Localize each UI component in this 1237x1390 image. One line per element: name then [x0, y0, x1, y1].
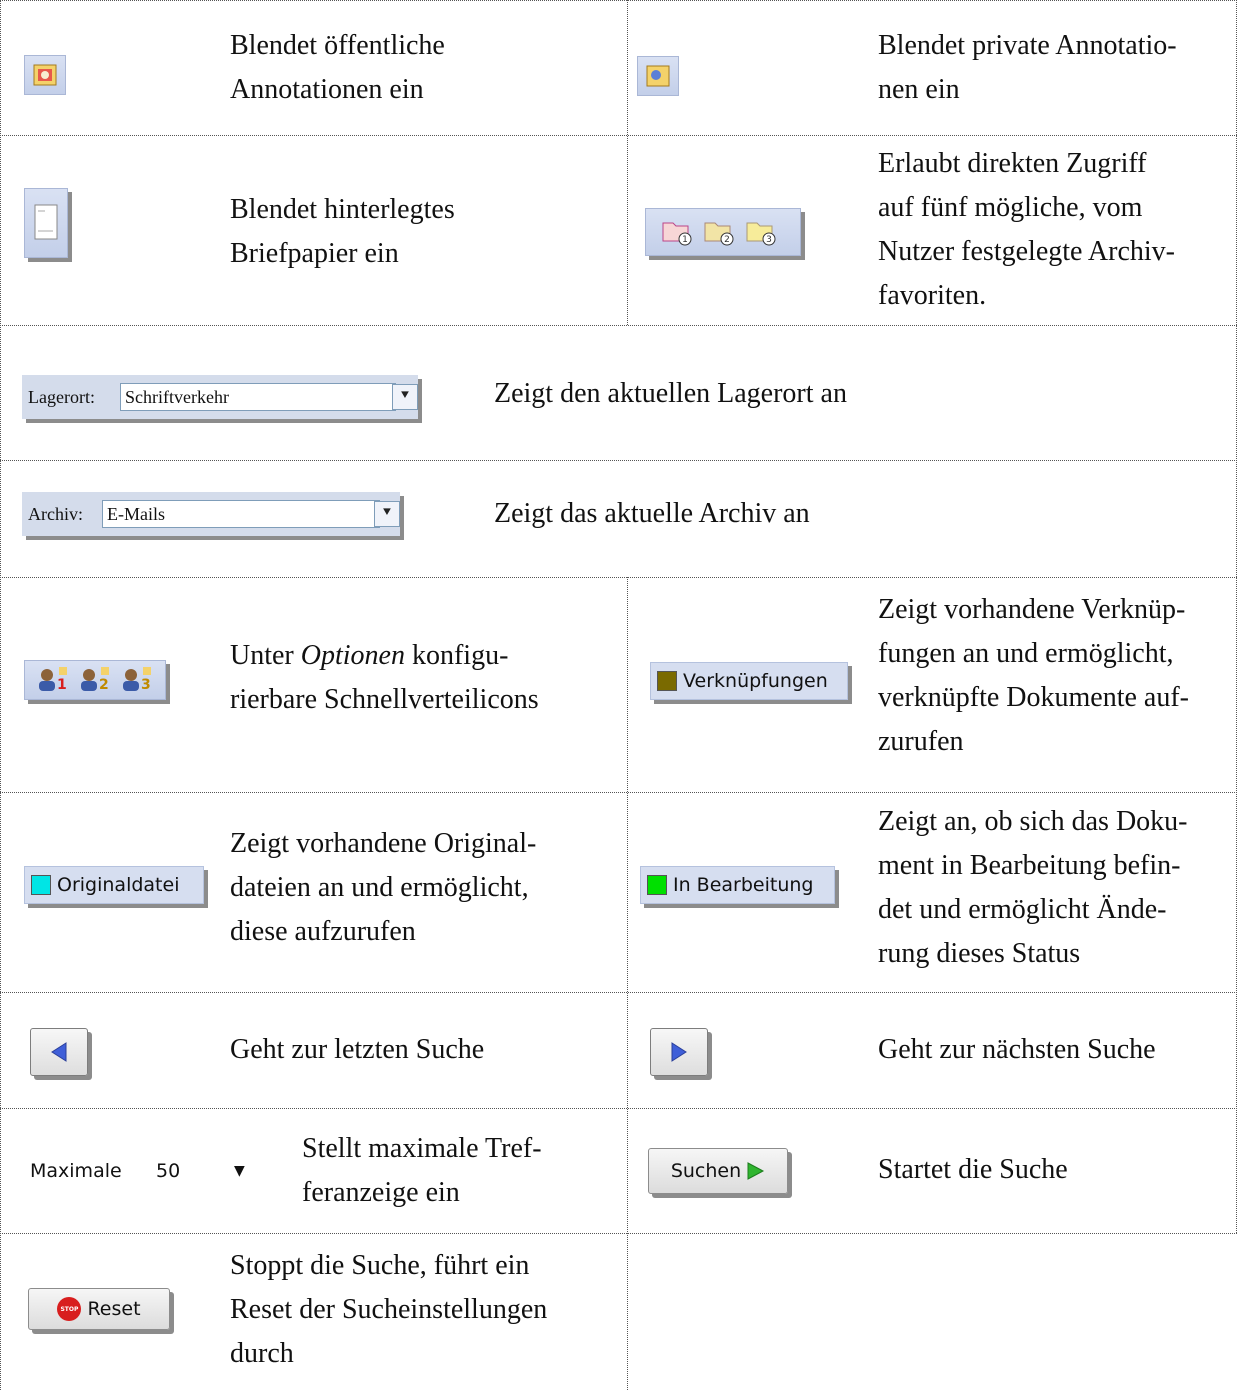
row1-right-description: Blendet private Annotatio- nen ein [878, 30, 1177, 105]
in-progress-status-swatch [647, 875, 667, 895]
letterhead-icon[interactable] [24, 188, 68, 258]
favorite-2-icon[interactable]: 2 [702, 217, 736, 247]
svg-text:3: 3 [766, 235, 772, 245]
in-progress-button-label: In Bearbeitung [673, 874, 814, 896]
max-results-control: Maximale 50 ▼ [18, 1150, 276, 1192]
column-divider [627, 577, 628, 1390]
row9-left-description: Stoppt die Suche, führt ein Reset der Su… [230, 1250, 548, 1369]
row-divider [0, 792, 1237, 793]
storage-location-select[interactable]: Schriftverkehr [120, 383, 396, 411]
links-button[interactable]: Verknüpfungen [650, 662, 848, 700]
chevron-down-icon[interactable]: ⯆ [374, 501, 400, 527]
storage-location-combo: Lagerort: Schriftverkehr ⯆ [22, 375, 418, 419]
storage-location-label: Lagerort: [28, 386, 95, 407]
chevron-down-icon[interactable]: ⯆ [392, 384, 418, 410]
row4-description: Zeigt das aktuelle Archiv an [494, 498, 810, 529]
row6-left-description: Zeigt vorhandene Original- dateien an un… [230, 828, 537, 947]
archive-select[interactable]: E-Mails [102, 500, 380, 528]
search-button[interactable]: Suchen [648, 1148, 788, 1194]
arrow-left-icon [51, 1042, 67, 1062]
private-annotations-icon[interactable] [637, 56, 679, 96]
row7-right-description: Geht zur nächsten Suche [878, 1034, 1156, 1065]
row-divider [0, 1233, 1237, 1234]
table-border-left [0, 0, 1, 1390]
arrow-right-icon [671, 1042, 687, 1062]
row6-right-description: Zeigt an, ob sich das Doku- ment in Bear… [878, 806, 1188, 969]
archive-favorites-toolbar: 1 2 3 [645, 208, 801, 256]
row5-left-text-pre: Unter [230, 640, 301, 671]
caret-down-icon[interactable]: ▼ [234, 1163, 245, 1179]
quick-distribution-2-icon[interactable]: 2 [77, 665, 113, 695]
archive-value: E-Mails [107, 503, 165, 524]
quick-distribution-1-icon[interactable]: 1 [35, 665, 71, 695]
public-annotations-icon[interactable] [24, 55, 66, 95]
row5-left-description: Unter Optionen konfigu- rierbare Schnell… [230, 634, 539, 722]
row-divider [0, 135, 1237, 136]
row8-right-description: Startet die Suche [878, 1154, 1068, 1185]
row-divider [0, 992, 1237, 993]
quick-distribution-3-number: 3 [141, 677, 151, 693]
max-results-label: Maximale [30, 1160, 122, 1182]
search-button-label: Suchen [670, 1160, 742, 1182]
original-file-button-label: Originaldatei [57, 874, 180, 896]
row8-left-description: Stellt maximale Tref- feranzeige ein [302, 1133, 542, 1208]
links-status-swatch [657, 671, 677, 691]
table-border-top [0, 0, 1237, 1]
svg-text:2: 2 [724, 235, 730, 245]
archive-combo: Archiv: E-Mails ⯆ [22, 492, 400, 536]
stop-icon-text: STOP [60, 1305, 79, 1313]
max-results-value[interactable]: 50 [156, 1160, 234, 1182]
links-button-label: Verknüpfungen [683, 670, 828, 692]
row2-right-description: Erlaubt direkten Zugriff auf fünf möglic… [878, 148, 1175, 311]
reset-button[interactable]: STOP Reset [28, 1288, 170, 1330]
svg-text:1: 1 [682, 235, 688, 245]
quick-distribution-1-number: 1 [57, 677, 67, 693]
favorite-3-icon[interactable]: 3 [744, 217, 778, 247]
options-emphasis: Optionen [300, 640, 405, 671]
original-file-button[interactable]: Originaldatei [24, 866, 204, 904]
in-progress-button[interactable]: In Bearbeitung [640, 866, 835, 904]
stop-icon: STOP [57, 1297, 82, 1321]
reset-button-label: Reset [87, 1298, 141, 1320]
row5-right-description: Zeigt vorhandene Verknüp- fungen an und … [878, 594, 1189, 757]
original-file-status-swatch [31, 875, 51, 895]
row-divider [0, 1108, 1237, 1109]
document-page: Blendet öffentliche Annotationen ein Ble… [0, 0, 1237, 1390]
quick-distribution-3-icon[interactable]: 3 [119, 665, 155, 695]
storage-location-value: Schriftverkehr [125, 386, 229, 407]
next-search-button[interactable] [650, 1028, 708, 1076]
play-icon [747, 1162, 765, 1180]
row-divider [0, 460, 1237, 461]
archive-label: Archiv: [28, 503, 83, 524]
quick-distribution-toolbar: 1 2 3 [24, 660, 166, 700]
favorite-1-icon[interactable]: 1 [660, 217, 694, 247]
row1-left-description: Blendet öffentliche Annotationen ein [230, 30, 445, 105]
row-divider [0, 325, 1237, 326]
row-divider [0, 577, 1237, 578]
column-divider [627, 0, 628, 325]
row7-left-description: Geht zur letzten Suche [230, 1034, 485, 1065]
previous-search-button[interactable] [30, 1028, 88, 1076]
row2-left-description: Blendet hinterlegtes Briefpapier ein [230, 194, 455, 269]
row3-description: Zeigt den aktuellen Lagerort an [494, 378, 847, 409]
quick-distribution-2-number: 2 [99, 677, 109, 693]
